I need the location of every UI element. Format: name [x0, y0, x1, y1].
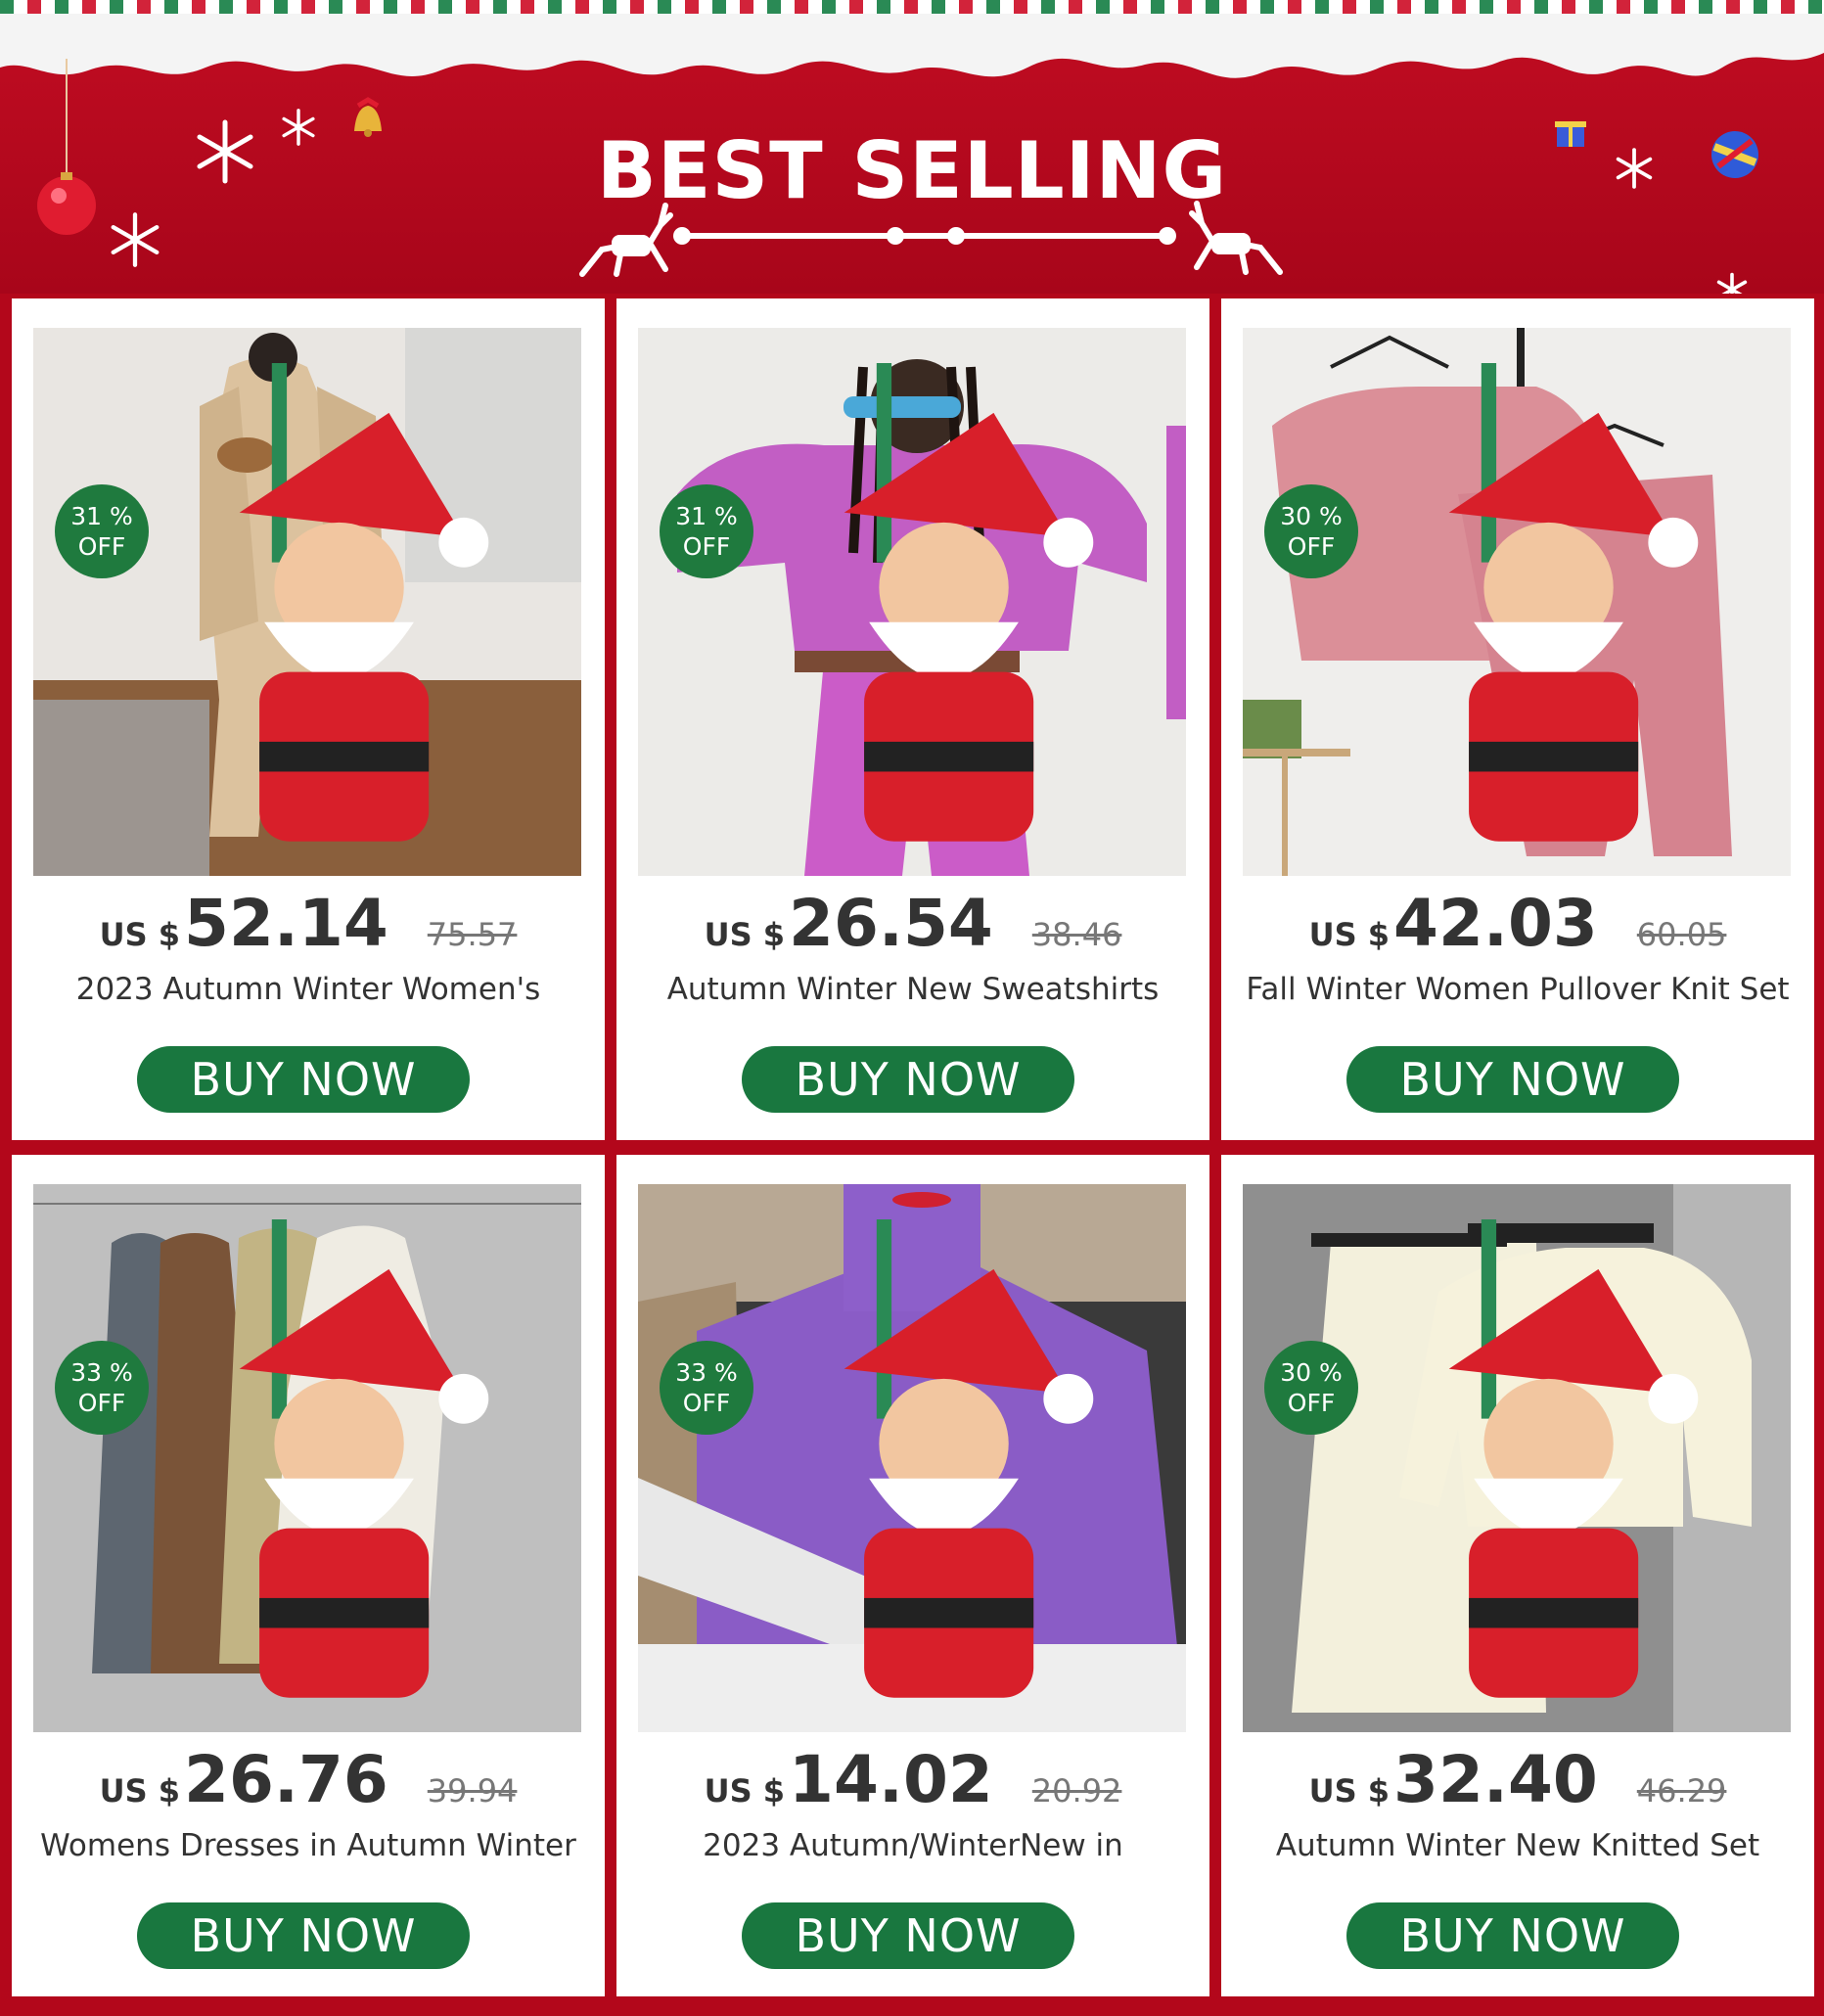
buy-now-button[interactable]: BUY NOW: [1346, 1046, 1679, 1113]
divider-dot: [887, 227, 904, 245]
divider-dot: [1159, 227, 1176, 245]
snowflake-icon: [111, 212, 160, 267]
buy-now-button[interactable]: BUY NOW: [742, 1046, 1074, 1113]
sale-price: 52.14: [184, 886, 388, 961]
currency-label: US $: [1308, 1772, 1391, 1810]
product-image[interactable]: 31 % OFF: [33, 328, 581, 876]
santa-icon: [1448, 363, 1699, 842]
buy-now-button[interactable]: BUY NOW: [137, 1046, 470, 1113]
santa-icon: [844, 363, 1094, 842]
product-image[interactable]: 33 % OFF: [33, 1184, 581, 1732]
title-divider: [675, 233, 1174, 239]
santa-icon: [844, 1219, 1094, 1698]
christmas-banner: BEST SELLING: [0, 0, 1824, 294]
buy-now-button[interactable]: BUY NOW: [1346, 1902, 1679, 1969]
product-card[interactable]: 31 % OFF US $52.14 75.57 2023 Autumn Wint…: [12, 298, 605, 1140]
product-title[interactable]: 2023 Autumn/WinterNew in: [616, 1828, 1209, 1863]
buy-now-button[interactable]: BUY NOW: [742, 1902, 1074, 1969]
original-price: 20.92: [1031, 1772, 1122, 1810]
price-row: US $42.03 60.05: [1221, 886, 1814, 964]
sale-price: 32.40: [1393, 1742, 1598, 1817]
santa-icon: [239, 363, 489, 842]
sale-price: 14.02: [789, 1742, 993, 1817]
sale-price: 26.54: [789, 886, 993, 961]
product-title[interactable]: Fall Winter Women Pullover Knit Set: [1221, 972, 1814, 1007]
currency-label: US $: [1308, 916, 1391, 953]
product-card[interactable]: 33 % OFF US $26.76 39.94 Womens Dresses i…: [12, 1155, 605, 1996]
product-card[interactable]: 30 % OFF US $42.03 60.05 Fall Winter Wome…: [1221, 298, 1814, 1140]
divider-dot: [947, 227, 965, 245]
price-row: US $26.76 39.94: [12, 1742, 605, 1820]
product-image[interactable]: 33 % OFF: [638, 1184, 1186, 1732]
sale-price: 42.03: [1393, 886, 1598, 961]
price-row: US $14.02 20.92: [616, 1742, 1209, 1820]
product-card[interactable]: 31 % OFF US $26.54 38.46 Autumn Winter Ne…: [616, 298, 1209, 1140]
santa-icon: [239, 1219, 489, 1698]
currency-label: US $: [99, 916, 181, 953]
buy-now-button[interactable]: BUY NOW: [137, 1902, 470, 1969]
original-price: 75.57: [427, 916, 518, 953]
snowflake-icon: [1716, 272, 1748, 294]
festive-stripe: [0, 0, 1824, 14]
product-card[interactable]: 30 % OFF US $32.40 46.29 Autumn Winter Ne…: [1221, 1155, 1814, 1996]
product-card[interactable]: 33 % OFF US $14.02 20.92 2023 Autumn/Wint…: [616, 1155, 1209, 1996]
banner-title: BEST SELLING: [596, 125, 1228, 216]
original-price: 46.29: [1636, 1772, 1727, 1810]
price-row: US $32.40 46.29: [1221, 1742, 1814, 1820]
product-title[interactable]: Womens Dresses in Autumn Winter: [12, 1828, 605, 1863]
price-row: US $26.54 38.46: [616, 886, 1209, 964]
santa-icon: [1448, 1219, 1699, 1698]
product-image[interactable]: 30 % OFF: [1243, 1184, 1791, 1732]
original-price: 60.05: [1636, 916, 1727, 953]
original-price: 38.46: [1031, 916, 1122, 953]
currency-label: US $: [704, 1772, 786, 1810]
product-title[interactable]: Autumn Winter New Sweatshirts: [616, 972, 1209, 1007]
currency-label: US $: [704, 916, 786, 953]
product-title[interactable]: 2023 Autumn Winter Women's: [12, 972, 605, 1007]
divider-dot: [673, 227, 691, 245]
product-title[interactable]: Autumn Winter New Knitted Set: [1221, 1828, 1814, 1863]
original-price: 39.94: [427, 1772, 518, 1810]
product-image[interactable]: 30 % OFF: [1243, 328, 1791, 876]
product-image[interactable]: 31 % OFF: [638, 328, 1186, 876]
price-row: US $52.14 75.57: [12, 886, 605, 964]
snow-edge: [0, 14, 1824, 78]
currency-label: US $: [99, 1772, 181, 1810]
sale-price: 26.76: [184, 1742, 388, 1817]
